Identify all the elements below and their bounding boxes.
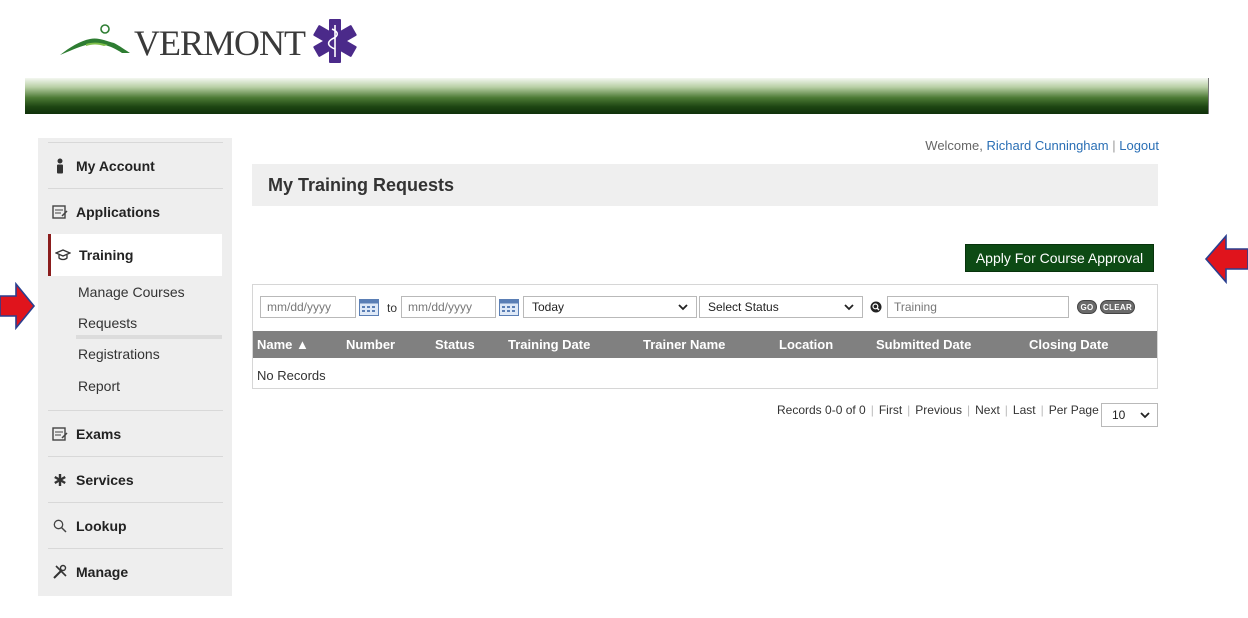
next-page-link[interactable]: Next (975, 403, 1000, 417)
separator: | (1040, 403, 1044, 417)
table-header: Name ▲ Number Status Training Date Train… (253, 331, 1157, 358)
page-gutter (1208, 0, 1248, 618)
green-banner (25, 78, 1209, 114)
search-input[interactable]: Training (887, 296, 1069, 318)
left-arrow-icon (1204, 234, 1248, 284)
sidebar: My Account Applications Training Exams S… (38, 138, 232, 596)
chevron-down-icon (1140, 412, 1150, 419)
asterisk-icon (52, 472, 68, 488)
per-page-select[interactable]: 10 (1101, 403, 1158, 427)
clear-button[interactable]: CLEAR (1100, 300, 1135, 314)
first-page-link[interactable]: First (879, 403, 902, 417)
separator: | (907, 403, 911, 417)
column-header-status[interactable]: Status (435, 337, 475, 352)
sidebar-item-label: Exams (76, 425, 122, 442)
per-page-label: Per Page (1048, 403, 1099, 417)
date-range-value: Today (532, 300, 565, 314)
column-header-number[interactable]: Number (346, 337, 395, 352)
go-button[interactable]: GO (1077, 300, 1097, 314)
vermont-logo[interactable]: VERMONT (58, 18, 359, 64)
sidebar-subitem-manage-courses[interactable]: Manage Courses (78, 284, 185, 300)
sidebar-subitem-registrations[interactable]: Registrations (78, 346, 160, 362)
welcome-text: Welcome, (925, 138, 983, 153)
user-icon (52, 158, 68, 174)
graduation-cap-icon (55, 247, 71, 263)
per-page-value: 10 (1112, 408, 1126, 422)
star-of-life-icon (313, 19, 357, 63)
welcome-bar: Welcome, Richard Cunningham | Logout (925, 138, 1159, 153)
separator: | (1004, 403, 1008, 417)
sidebar-item-label: Applications (76, 203, 161, 220)
search-icon (52, 518, 68, 534)
sidebar-item-applications[interactable]: Applications (48, 188, 223, 234)
sidebar-item-label: Services (76, 471, 134, 488)
status-select[interactable]: Select Status (699, 296, 863, 318)
clipboard-icon (52, 426, 68, 442)
right-arrow-icon (0, 282, 36, 330)
logo-text: VERMONT (134, 23, 306, 63)
sidebar-item-training[interactable]: Training (48, 234, 222, 276)
mountain-logo-icon (60, 24, 130, 55)
search-icon (870, 301, 882, 313)
sidebar-item-manage[interactable]: Manage (48, 548, 223, 594)
clipboard-icon (52, 204, 68, 220)
calendar-icon[interactable] (499, 299, 519, 316)
column-header-closing-date[interactable]: Closing Date (1029, 337, 1108, 352)
status-value: Select Status (708, 300, 779, 314)
requests-grid: mm/dd/yyyy to mm/dd/yyyy Today Select St… (252, 284, 1158, 389)
sidebar-subitem-requests[interactable]: Requests (78, 315, 137, 331)
sidebar-item-label: Training (79, 247, 134, 263)
sidebar-item-exams[interactable]: Exams (48, 410, 223, 456)
apply-course-approval-button[interactable]: Apply For Course Approval (965, 244, 1154, 272)
sidebar-item-label: Lookup (76, 517, 127, 534)
date-from-input[interactable]: mm/dd/yyyy (260, 296, 356, 318)
sidebar-subitem-report[interactable]: Report (78, 378, 120, 394)
chevron-down-icon (844, 304, 854, 311)
sidebar-item-lookup[interactable]: Lookup (48, 502, 223, 548)
records-count: Records 0-0 of 0 (777, 403, 866, 417)
to-label: to (387, 301, 398, 315)
empty-table-message: No Records (257, 368, 326, 383)
pager: Records 0-0 of 0 | First | Previous | Ne… (777, 403, 1099, 417)
sidebar-item-services[interactable]: Services (48, 456, 223, 502)
active-subitem-indicator (76, 335, 222, 339)
filter-row: mm/dd/yyyy to mm/dd/yyyy Today Select St… (253, 285, 1157, 331)
date-range-select[interactable]: Today (523, 296, 697, 318)
page-title: My Training Requests (268, 174, 455, 195)
separator: | (1112, 138, 1116, 153)
logout-link[interactable]: Logout (1119, 138, 1159, 153)
column-header-location[interactable]: Location (779, 337, 833, 352)
calendar-icon[interactable] (359, 299, 379, 316)
last-page-link[interactable]: Last (1013, 403, 1036, 417)
sidebar-item-my-account[interactable]: My Account (48, 142, 223, 188)
column-header-trainer-name[interactable]: Trainer Name (643, 337, 725, 352)
column-header-name[interactable]: Name ▲ (257, 337, 309, 352)
separator: | (966, 403, 971, 417)
tools-icon (52, 564, 68, 580)
user-name-link[interactable]: Richard Cunningham (986, 138, 1108, 153)
column-header-submitted-date[interactable]: Submitted Date (876, 337, 971, 352)
previous-page-link[interactable]: Previous (915, 403, 962, 417)
date-to-input[interactable]: mm/dd/yyyy (401, 296, 496, 318)
sidebar-item-label: Manage (76, 563, 129, 580)
chevron-down-icon (678, 304, 688, 311)
separator: | (870, 403, 874, 417)
page-title-bar: My Training Requests (252, 164, 1158, 206)
sidebar-item-label: My Account (76, 157, 155, 174)
column-header-training-date[interactable]: Training Date (508, 337, 590, 352)
